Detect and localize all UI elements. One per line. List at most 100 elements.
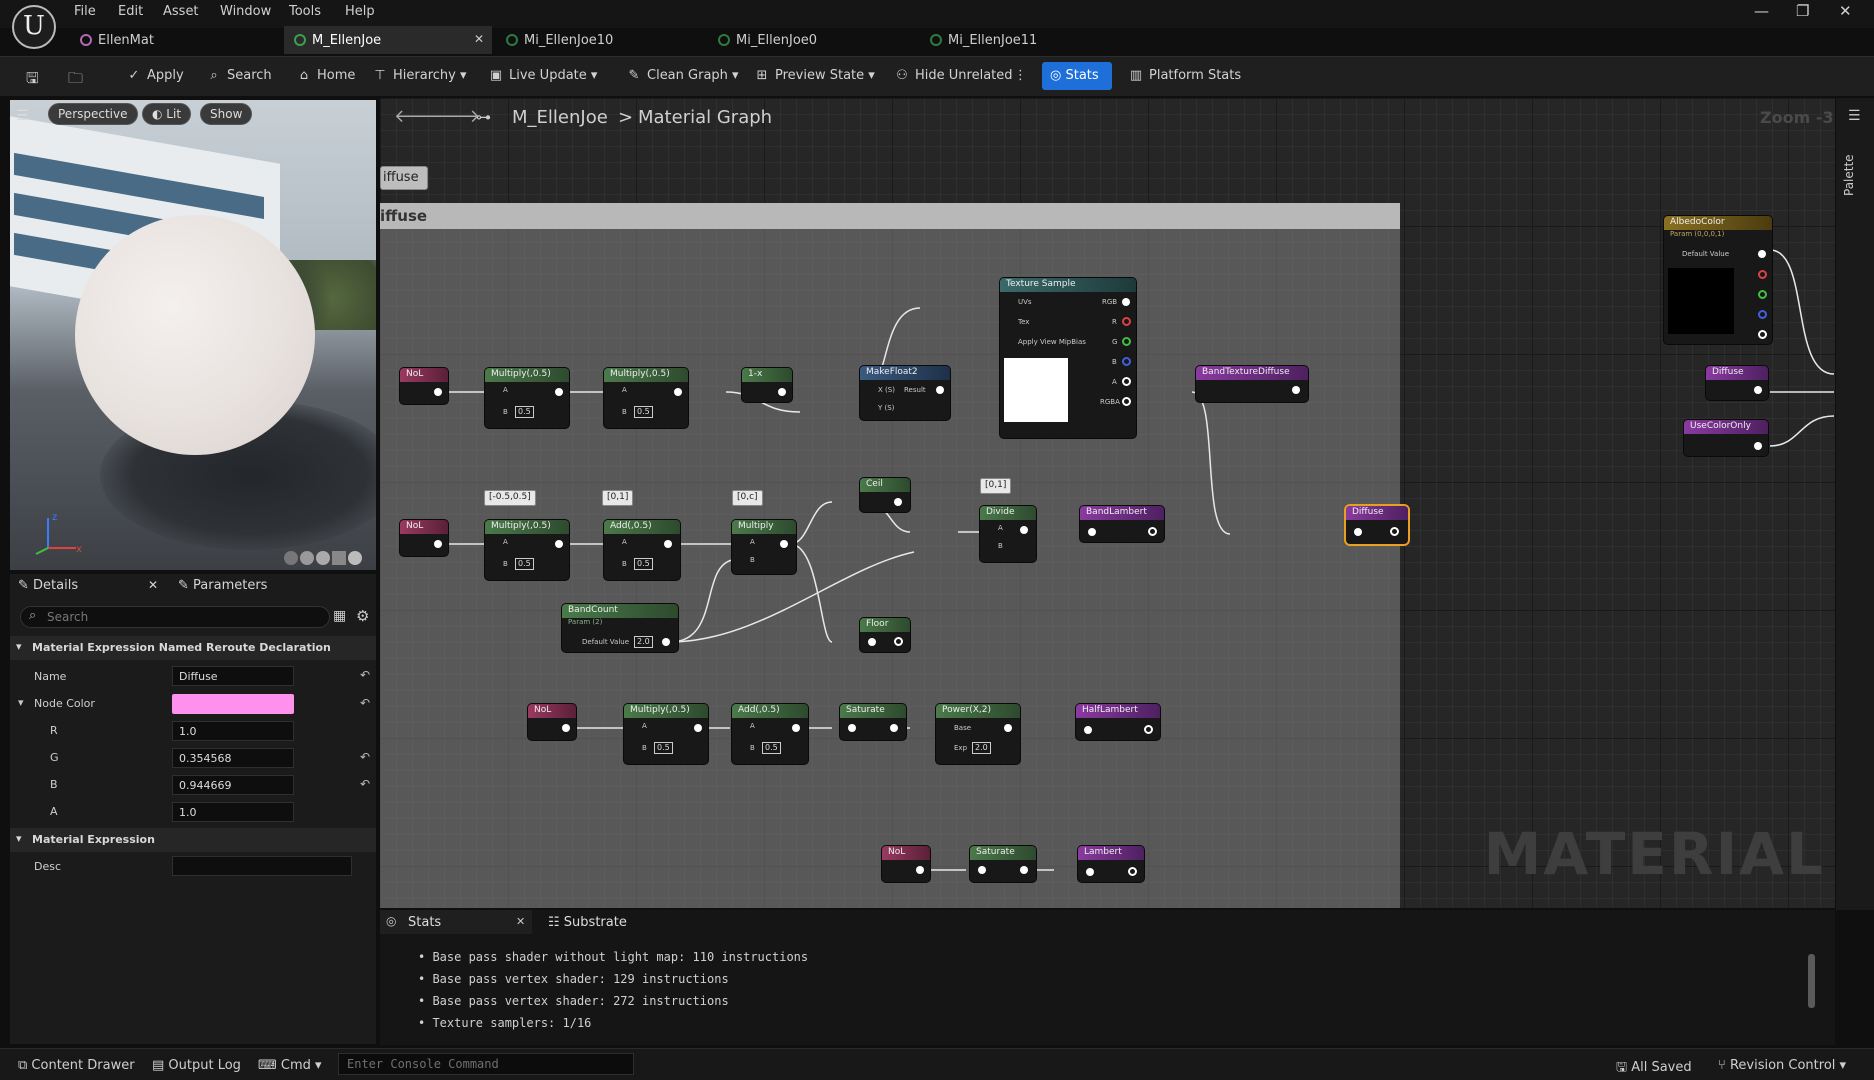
saturate-node[interactable]: Saturate — [970, 846, 1036, 882]
revision-control-button[interactable]: ⑂ Revision Control ▾ — [1718, 1058, 1846, 1073]
close-tab-icon[interactable]: ✕ — [516, 915, 525, 928]
saturate-node[interactable]: Saturate — [840, 704, 906, 740]
output-pin[interactable] — [1148, 527, 1157, 536]
menu-help[interactable]: Help — [345, 4, 375, 19]
input-pin[interactable] — [1086, 868, 1094, 876]
output-pin[interactable] — [916, 866, 924, 874]
b-field[interactable]: 0.944669 — [172, 775, 294, 795]
tab-mi-ellenjoe0[interactable]: Mi_EllenJoe0 — [708, 26, 918, 54]
preview-shape-buttons[interactable] — [284, 550, 374, 566]
tab-stats[interactable]: ◎ Stats ✕ — [380, 910, 532, 934]
multiply-node[interactable]: Multiply(,0.5) A B 0.5 — [485, 520, 569, 580]
input-pin[interactable] — [1084, 726, 1092, 734]
a-output-pin[interactable] — [1758, 330, 1767, 339]
menu-window[interactable]: Window — [220, 4, 271, 19]
output-pin[interactable] — [1020, 526, 1028, 534]
lit-button[interactable]: ◐ Lit — [142, 103, 192, 125]
tab-mi-ellenjoe11[interactable]: Mi_EllenJoe11 — [920, 26, 1130, 54]
menu-file[interactable]: File — [74, 4, 96, 19]
output-pin[interactable] — [1128, 867, 1137, 876]
menu-edit[interactable]: Edit — [118, 4, 143, 19]
output-pin[interactable] — [894, 637, 903, 646]
reset-icon[interactable]: ↶ — [360, 668, 370, 682]
diffuse-reroute-usage-node[interactable]: Diffuse — [1706, 366, 1768, 400]
material-graph-canvas[interactable]: iffuse iffuse 🡐 🡒 ⊶ M_EllenJoe > Materia… — [380, 98, 1835, 908]
nol-node[interactable]: NoL — [882, 846, 930, 882]
rgb-output-pin[interactable] — [1122, 298, 1130, 306]
tab-ellenmat[interactable]: EllenMat — [70, 26, 280, 54]
output-pin[interactable] — [674, 388, 682, 396]
chevron-down-icon[interactable]: ▾ — [18, 696, 24, 709]
output-pin[interactable] — [555, 540, 563, 548]
input-pin[interactable] — [1354, 528, 1362, 536]
save-icon[interactable]: 🖫 — [26, 68, 39, 93]
input-pin[interactable] — [868, 638, 876, 646]
makefloat2-node[interactable]: MakeFloat2 X (S) Y (S) Result — [860, 366, 950, 420]
tab-parameters[interactable]: ✎ Parameters — [178, 578, 267, 593]
output-pin[interactable] — [694, 724, 702, 732]
browse-icon[interactable]: 🗀 — [68, 68, 83, 93]
nol-node[interactable]: NoL — [528, 704, 576, 740]
a-field[interactable]: 1.0 — [172, 802, 294, 822]
multiply-node[interactable]: Multiply(,0.5) A B 0.5 — [485, 368, 569, 428]
rgba-output-pin[interactable] — [1122, 397, 1131, 406]
value-box[interactable]: 0.5 — [762, 742, 781, 754]
g-output-pin[interactable] — [1122, 337, 1131, 346]
minimize-button[interactable]: — — [1754, 2, 1769, 20]
output-pin[interactable] — [780, 540, 788, 548]
console-input[interactable]: Enter Console Command — [338, 1053, 634, 1075]
value-box[interactable]: 2.0 — [634, 636, 653, 648]
apply-button[interactable]: ✓ Apply — [126, 68, 184, 83]
tab-details[interactable]: ✎ Details — [18, 578, 78, 593]
diffuse-reroute-node[interactable]: Diffuse — [1346, 506, 1408, 544]
g-field[interactable]: 0.354568 — [172, 748, 294, 768]
input-pin[interactable] — [848, 724, 856, 732]
value-box[interactable]: 0.5 — [515, 558, 534, 570]
menu-tools[interactable]: Tools — [289, 4, 321, 19]
use-color-only-node[interactable]: UseColorOnly — [1684, 420, 1768, 456]
platform-stats-button[interactable]: ▥ Platform Stats — [1128, 68, 1241, 83]
g-output-pin[interactable] — [1758, 290, 1767, 299]
output-pin[interactable] — [1292, 386, 1300, 394]
multiply-node[interactable]: Multiply A B — [732, 520, 796, 574]
r-field[interactable]: 1.0 — [172, 721, 294, 741]
output-pin[interactable] — [662, 638, 670, 646]
band-texture-diffuse-node[interactable]: BandTextureDiffuse — [1196, 366, 1308, 402]
value-box[interactable]: 0.5 — [654, 742, 673, 754]
details-search-input[interactable]: ⌕ Search — [20, 606, 330, 628]
tab-substrate[interactable]: ☷ Substrate — [548, 915, 627, 930]
node-color-swatch[interactable] — [172, 694, 294, 714]
output-pin[interactable] — [1004, 724, 1012, 732]
name-field[interactable]: Diffuse — [172, 666, 294, 686]
search-button[interactable]: ⌕ Search — [206, 68, 271, 83]
add-node[interactable]: Add(,0.5) A B 0.5 — [604, 520, 680, 580]
output-pin[interactable] — [894, 498, 902, 506]
output-pin[interactable] — [434, 540, 442, 548]
table-view-icon[interactable]: ▦ — [333, 608, 346, 624]
b-output-pin[interactable] — [1122, 357, 1131, 366]
output-pin[interactable] — [1020, 866, 1028, 874]
cmd-dropdown[interactable]: ⌨ Cmd ▾ — [258, 1058, 322, 1073]
r-output-pin[interactable] — [1122, 317, 1131, 326]
unreal-logo-icon[interactable]: U — [12, 5, 56, 49]
stats-button[interactable]: ◎ Stats — [1042, 62, 1112, 90]
lambert-node[interactable]: Lambert — [1078, 846, 1144, 882]
palette-tab[interactable]: Palette — [1842, 154, 1856, 196]
band-lambert-node[interactable]: BandLambert — [1080, 506, 1164, 542]
close-details-icon[interactable]: ✕ — [148, 578, 158, 592]
band-count-param-node[interactable]: BandCount Param (2) Default Value 2.0 — [562, 604, 678, 652]
floor-node[interactable]: Floor — [860, 618, 910, 652]
reset-icon[interactable]: ↶ — [360, 750, 370, 764]
value-box[interactable]: 0.5 — [515, 406, 534, 418]
input-pin[interactable] — [978, 866, 986, 874]
nol-node[interactable]: NoL — [400, 520, 448, 556]
restore-button[interactable]: ❐ — [1796, 2, 1809, 20]
power-node[interactable]: Power(X,2) Base Exp 2.0 — [936, 704, 1020, 764]
section-material-expression[interactable]: ▾ Material Expression — [10, 828, 376, 852]
output-pin[interactable] — [562, 724, 570, 732]
multiply-node[interactable]: Multiply(,0.5) A B 0.5 — [624, 704, 708, 764]
b-output-pin[interactable] — [1758, 310, 1767, 319]
r-output-pin[interactable] — [1758, 270, 1767, 279]
value-box[interactable]: 0.5 — [634, 406, 653, 418]
output-pin[interactable] — [434, 388, 442, 396]
